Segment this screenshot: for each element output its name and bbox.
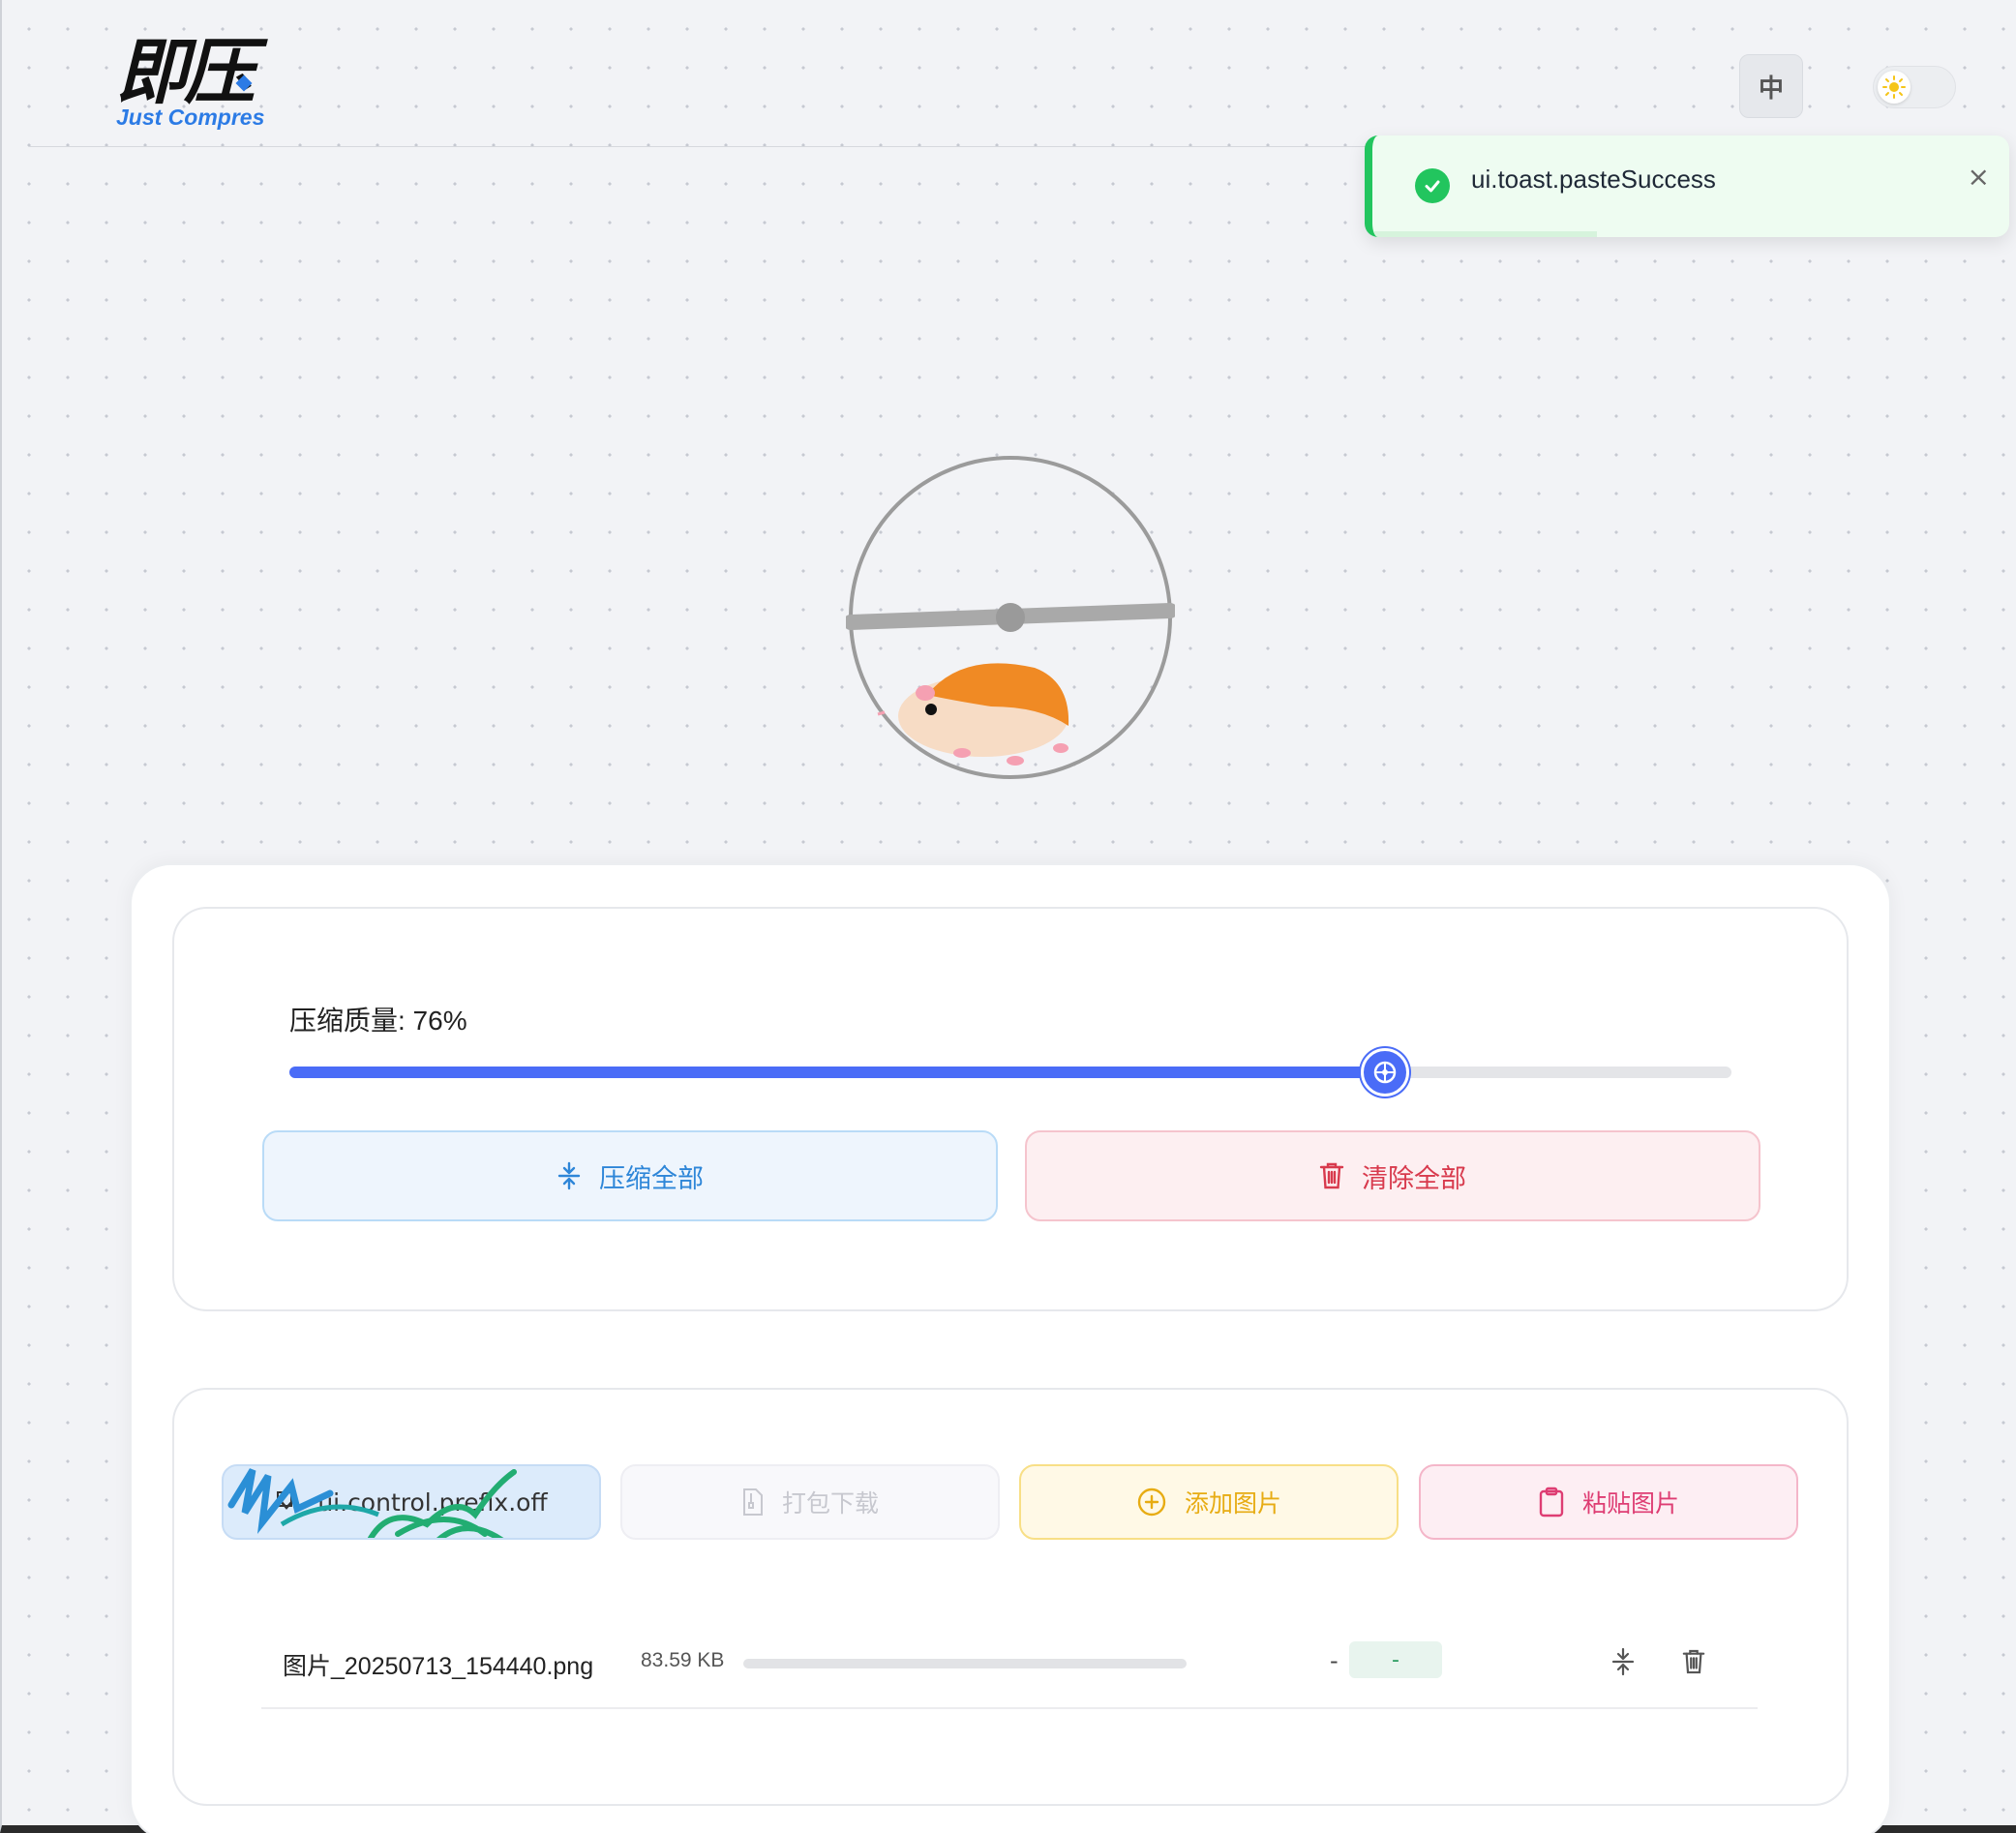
savings-badge: -: [1349, 1641, 1442, 1678]
plus-circle-icon: [1137, 1487, 1166, 1517]
delete-file-icon[interactable]: [1677, 1645, 1710, 1678]
file-name: 图片_20250713_154440.png: [283, 1653, 594, 1680]
add-images-button[interactable]: 添加图片: [1019, 1464, 1399, 1540]
wheel-icon: [1374, 1061, 1397, 1084]
toast-timer-bar: [1372, 231, 1597, 237]
add-images-label: 添加图片: [1184, 1489, 1281, 1517]
app-logo: 即压 Just Compres: [116, 37, 271, 134]
compress-icon: [557, 1161, 581, 1190]
quality-slider-fill: [289, 1067, 1386, 1078]
file-list-panel: [172, 1388, 1849, 1806]
paste-image-label: 粘贴图片: [1581, 1489, 1679, 1517]
file-progress-bar: [743, 1659, 1187, 1668]
trash-icon: [1319, 1162, 1344, 1189]
hamster-icon: [877, 663, 1069, 766]
file-row: 图片_20250713_154440.png 83.59 KB - -: [261, 1626, 1758, 1709]
zip-file-icon: [742, 1488, 763, 1516]
clear-all-label: 清除全部: [1362, 1163, 1466, 1194]
clear-all-button[interactable]: 清除全部: [1025, 1130, 1760, 1221]
compressed-size: -: [1330, 1647, 1339, 1674]
paste-image-button[interactable]: 粘贴图片: [1419, 1464, 1798, 1540]
clipboard-icon: [1539, 1487, 1564, 1517]
file-size: 83.59 KB: [641, 1649, 725, 1671]
header-divider: [29, 146, 1374, 147]
logo-mark: 即压: [116, 31, 256, 114]
hamster-wheel-illustration: [846, 456, 1175, 779]
download-zip-label: 打包下载: [781, 1489, 879, 1517]
theme-toggle[interactable]: [1873, 66, 1956, 108]
close-icon[interactable]: ×: [1968, 161, 1990, 193]
checkbox-icon: [277, 1491, 298, 1510]
compression-settings-panel: [172, 907, 1849, 1311]
quality-label: 压缩质量: 76%: [289, 1006, 467, 1036]
toast-notification: ui.toast.pasteSuccess ×: [1365, 135, 2009, 237]
logo-subtitle: Just Compres: [116, 105, 265, 130]
compress-all-label: 压缩全部: [599, 1163, 704, 1194]
language-toggle-button[interactable]: 中: [1739, 54, 1803, 118]
compress-all-button[interactable]: 压缩全部: [262, 1130, 998, 1221]
prefix-toggle-button[interactable]: ui.control.prefix.off: [222, 1464, 601, 1540]
download-zip-button[interactable]: 打包下载: [620, 1464, 1000, 1540]
sun-icon: [1878, 71, 1911, 104]
check-circle-icon: [1415, 168, 1450, 203]
toast-message: ui.toast.pasteSuccess: [1471, 165, 1716, 194]
compress-file-icon[interactable]: [1607, 1645, 1640, 1678]
prefix-toggle-label: ui.control.prefix.off: [317, 1487, 548, 1517]
quality-slider[interactable]: [289, 1048, 1731, 1097]
